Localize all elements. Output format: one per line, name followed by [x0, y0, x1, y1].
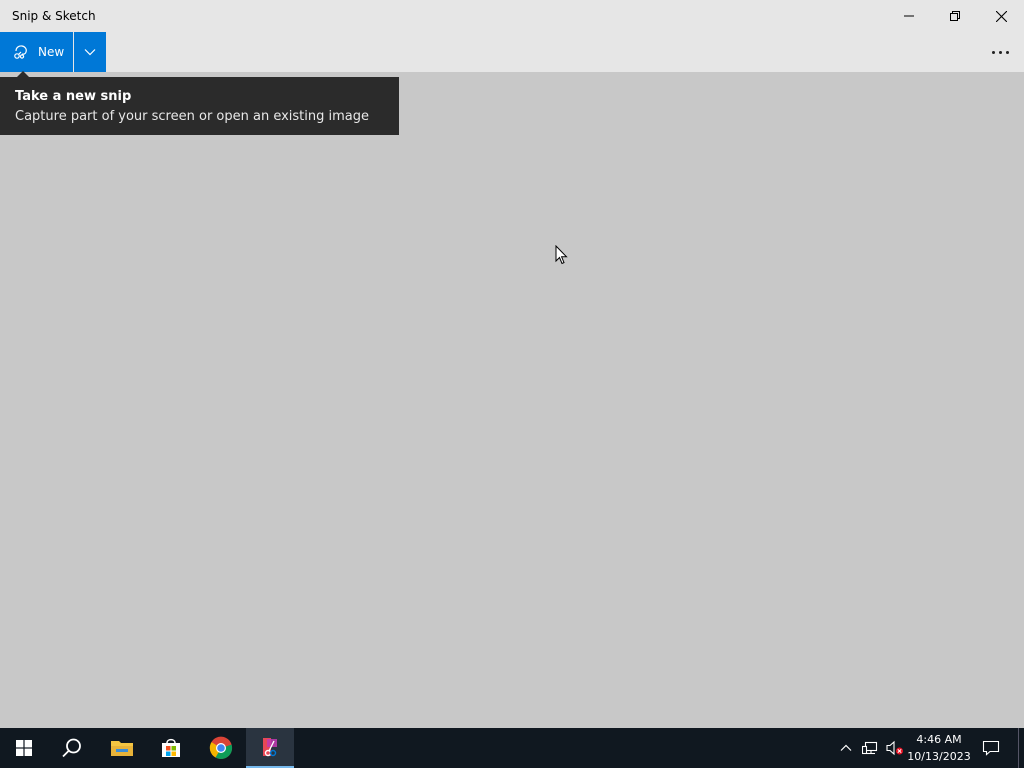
- search-button[interactable]: [48, 728, 96, 768]
- notification-icon: [982, 740, 1000, 756]
- app-title: Snip & Sketch: [12, 9, 96, 23]
- more-dot: [998, 50, 1002, 54]
- more-dot: [991, 50, 995, 54]
- windows-logo-icon: [16, 740, 32, 756]
- start-button[interactable]: [0, 728, 48, 768]
- store-icon: [162, 738, 180, 757]
- network-button[interactable]: [860, 728, 882, 768]
- action-center-button[interactable]: [976, 728, 1006, 768]
- volume-muted-icon: [886, 740, 903, 756]
- chevron-down-icon: [84, 49, 96, 56]
- chrome-button[interactable]: [196, 728, 245, 768]
- command-bar: New: [0, 32, 1024, 72]
- snip-sketch-icon: [263, 738, 277, 757]
- search-icon: [62, 738, 81, 758]
- new-snip-tooltip: Take a new snip Capture part of your scr…: [0, 77, 399, 135]
- minimize-button[interactable]: [886, 0, 932, 32]
- tooltip-description: Capture part of your screen or open an e…: [15, 109, 370, 124]
- restore-icon: [950, 11, 960, 21]
- mouse-cursor-icon: [555, 244, 568, 269]
- more-options-button[interactable]: [984, 40, 1016, 64]
- folder-icon: [111, 741, 133, 756]
- minimize-icon: [904, 15, 914, 17]
- clock-time: 4:46 AM: [916, 733, 962, 746]
- file-explorer-button[interactable]: [98, 728, 146, 768]
- snip-sketch-taskbar-button[interactable]: [246, 728, 294, 768]
- show-desktop-button[interactable]: [1018, 728, 1019, 768]
- close-icon: [995, 10, 1007, 22]
- taskbar: 4:46 AM 10/13/2023: [0, 728, 1024, 768]
- more-dot: [1005, 50, 1009, 54]
- volume-button[interactable]: [884, 728, 906, 768]
- taskbar-clock[interactable]: 4:46 AM 10/13/2023: [906, 731, 972, 765]
- title-bar: Snip & Sketch: [0, 0, 1024, 32]
- chrome-icon: [209, 736, 232, 760]
- restore-button[interactable]: [932, 0, 978, 32]
- new-snip-button[interactable]: New: [0, 32, 73, 72]
- microsoft-store-button[interactable]: [147, 728, 195, 768]
- clock-date: 10/13/2023: [907, 750, 971, 763]
- chevron-up-icon: [840, 744, 852, 751]
- show-hidden-icons-button[interactable]: [836, 728, 856, 768]
- new-button-label: New: [38, 45, 65, 59]
- tooltip-title: Take a new snip: [15, 89, 132, 104]
- new-snip-options-button[interactable]: [74, 32, 106, 72]
- snip-icon: [13, 44, 29, 60]
- canvas-area: [0, 72, 1024, 728]
- network-icon: [862, 741, 878, 755]
- close-button[interactable]: [978, 0, 1024, 32]
